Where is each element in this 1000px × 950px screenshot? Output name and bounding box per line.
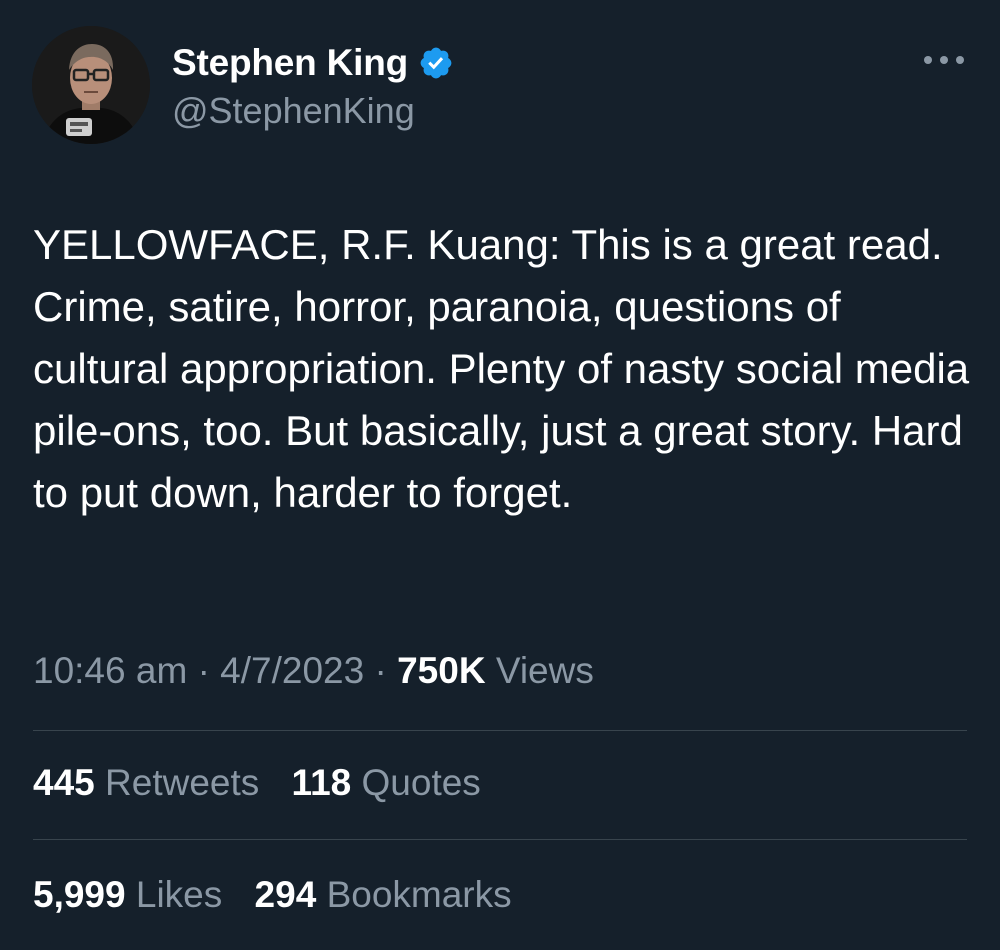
- more-dot: [940, 56, 948, 64]
- quotes-label: Quotes: [361, 762, 481, 803]
- name-row: Stephen King: [172, 40, 454, 86]
- meta-separator: ·: [374, 650, 387, 691]
- quotes-count: 118: [291, 762, 352, 803]
- divider: [33, 730, 967, 731]
- retweets-stat[interactable]: 445 Retweets: [33, 762, 259, 804]
- bookmarks-stat[interactable]: 294 Bookmarks: [255, 874, 512, 916]
- bookmarks-count: 294: [254, 874, 317, 915]
- views-label: Views: [495, 650, 594, 691]
- verified-badge-icon[interactable]: [418, 45, 454, 81]
- quotes-stat[interactable]: 118 Quotes: [292, 762, 481, 804]
- views-count: 750K: [397, 650, 486, 691]
- avatar-image: [32, 26, 150, 144]
- retweets-count: 445: [33, 762, 95, 803]
- author-info: Stephen King @StephenKing: [172, 40, 454, 132]
- tweet-time[interactable]: 10:46 am: [33, 650, 187, 691]
- more-dot: [956, 56, 964, 64]
- tweet-text: YELLOWFACE, R.F. Kuang: This is a great …: [33, 221, 981, 516]
- user-handle[interactable]: @StephenKing: [172, 90, 454, 132]
- divider: [33, 839, 967, 840]
- tweet-date[interactable]: 4/7/2023: [220, 650, 364, 691]
- bookmarks-label: Bookmarks: [326, 874, 512, 915]
- tweet-meta: 10:46 am · 4/7/2023 · 750K Views: [33, 650, 594, 692]
- retweets-label: Retweets: [105, 762, 260, 803]
- more-options-icon[interactable]: [924, 48, 964, 72]
- meta-separator: ·: [197, 650, 210, 691]
- likes-count: 5,999: [33, 874, 126, 915]
- likes-stat[interactable]: 5,999 Likes: [33, 874, 222, 916]
- display-name[interactable]: Stephen King: [172, 42, 408, 84]
- stats-row-retweets: 445 Retweets 118 Quotes: [33, 762, 503, 804]
- stats-row-likes: 5,999 Likes 294 Bookmarks: [33, 874, 534, 916]
- more-dot: [924, 56, 932, 64]
- avatar[interactable]: [32, 26, 150, 144]
- likes-label: Likes: [135, 874, 223, 915]
